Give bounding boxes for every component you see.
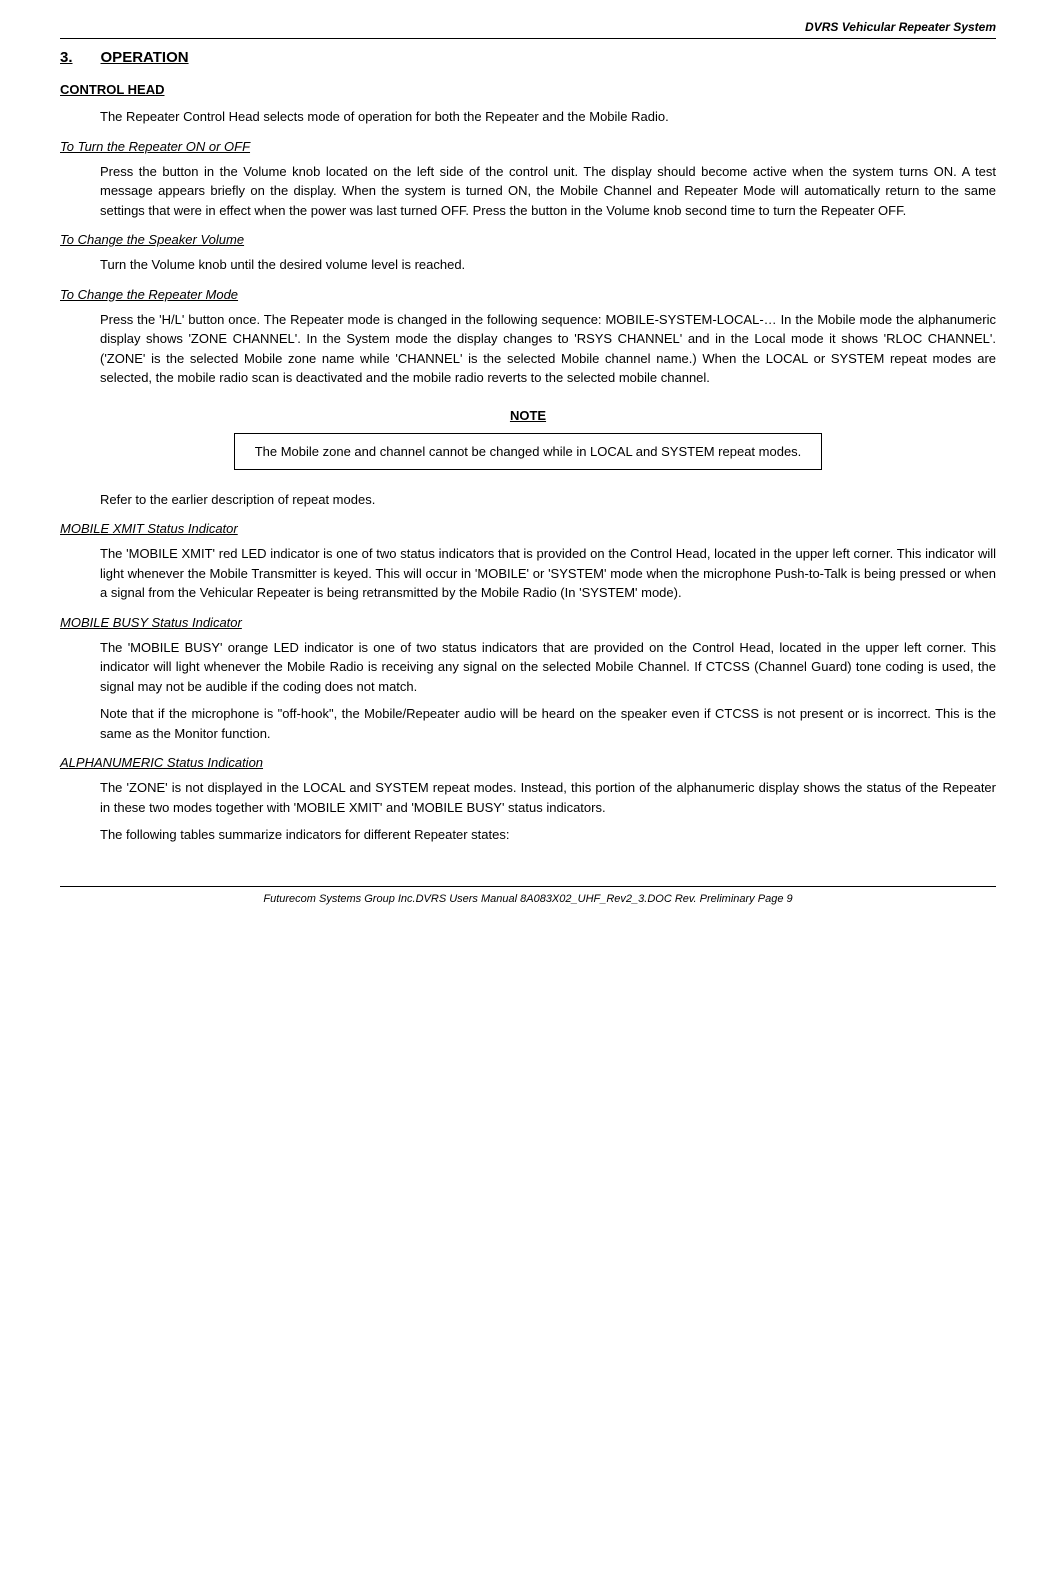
mobile-busy-body1: The 'MOBILE BUSY' orange LED indicator i… [100,638,996,697]
note-box: The Mobile zone and channel cannot be ch… [234,433,823,470]
change-volume-body: Turn the Volume knob until the desired v… [100,255,996,275]
alphanumeric-heading: ALPHANUMERIC Status Indication [60,755,996,770]
alphanumeric-body2: The following tables summarize indicator… [100,825,996,845]
mobile-xmit-body: The 'MOBILE XMIT' red LED indicator is o… [100,544,996,603]
control-head-heading: CONTROL HEAD [60,82,996,97]
change-repeater-mode-heading: To Change the Repeater Mode [60,287,996,302]
section-title: OPERATION [101,49,189,66]
change-repeater-mode-body: Press the 'H/L' button once. The Repeate… [100,310,996,388]
refer-text: Refer to the earlier description of repe… [100,490,996,510]
mobile-xmit-heading: MOBILE XMIT Status Indicator [60,521,996,536]
mobile-busy-heading: MOBILE BUSY Status Indicator [60,615,996,630]
section-number: 3. [60,49,73,66]
change-volume-heading: To Change the Speaker Volume [60,232,996,247]
alphanumeric-body1: The 'ZONE' is not displayed in the LOCAL… [100,778,996,817]
turn-on-off-body: Press the button in the Volume knob loca… [100,162,996,221]
control-head-intro: The Repeater Control Head selects mode o… [100,107,996,127]
page-footer: Futurecom Systems Group Inc.DVRS Users M… [60,886,996,905]
note-section: NOTE The Mobile zone and channel cannot … [60,408,996,470]
mobile-busy-body2: Note that if the microphone is "off-hook… [100,704,996,743]
page-header: DVRS Vehicular Repeater System [60,20,996,39]
turn-on-off-heading: To Turn the Repeater ON or OFF [60,139,996,154]
note-title: NOTE [60,408,996,423]
